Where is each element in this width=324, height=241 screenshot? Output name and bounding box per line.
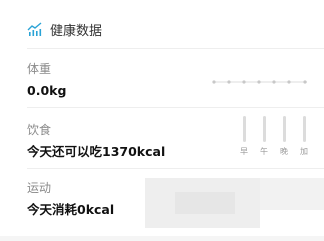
- weight-value: 0.0kg: [27, 83, 67, 98]
- meal-bar-breakfast: [243, 116, 246, 142]
- weight-trend-sparkline: [212, 80, 307, 84]
- divider: [27, 168, 324, 169]
- health-data-card[interactable]: 健康数据 体重 0.0kg 饮食 今天还可以吃1370kcal 早 午 晚 加 …: [0, 0, 324, 236]
- meal-label-breakfast: 早: [240, 147, 248, 156]
- exercise-label: 运动: [27, 181, 52, 195]
- card-header: 健康数据: [27, 18, 102, 40]
- divider: [27, 48, 324, 49]
- exercise-value: 今天消耗0kcal: [27, 202, 115, 217]
- meal-bar-snack: [303, 116, 306, 142]
- card-title: 健康数据: [50, 23, 103, 39]
- meal-label-snack: 加: [300, 147, 308, 156]
- blurred-exercise-chart-detail: [175, 192, 235, 214]
- blurred-exercise-chart-detail: [260, 178, 324, 210]
- meal-bar-lunch: [263, 116, 266, 142]
- chart-icon: [27, 22, 42, 36]
- meal-label-lunch: 午: [260, 147, 268, 156]
- diet-label: 饮食: [27, 123, 52, 137]
- meal-bar-dinner: [283, 116, 286, 142]
- meal-label-dinner: 晚: [280, 147, 288, 156]
- divider: [27, 107, 324, 108]
- meal-bars: 早 午 晚 加: [238, 116, 314, 160]
- weight-label: 体重: [27, 62, 52, 76]
- diet-value: 今天还可以吃1370kcal: [27, 144, 166, 159]
